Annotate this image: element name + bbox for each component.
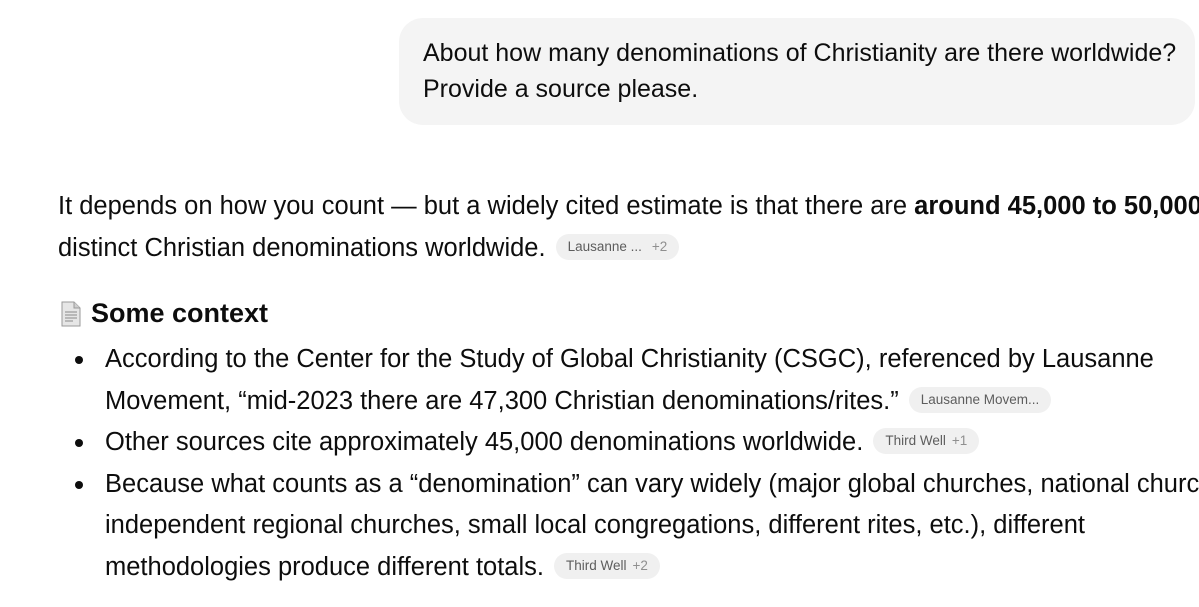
citation-source-label: Third Well [885,433,946,449]
answer-estimate-bold: around 45,000 to 50,000 [914,192,1199,220]
user-message-line-1: About how many denominations of Christia… [423,39,1177,67]
citation-pill-bullet-3[interactable]: Third Well +2 [553,552,660,579]
citation-pill-bullet-1[interactable]: Lausanne Movem... [908,386,1052,413]
bullet-1-line-1: According to the Center for the Study of… [105,345,1154,373]
section-heading: Some context [58,294,268,332]
citation-more-count: +2 [651,238,668,254]
bullet-1-line-2-wrap: Movement, “mid-2023 there are 47,300 Chr… [105,381,1193,423]
bullet-3-line-1: Because what counts as a “denomination” … [105,469,1199,498]
answer-line-2: distinct Christian denominations worldwi… [58,228,1193,270]
citation-pill-intro[interactable]: Lausanne ... +2 [555,233,680,260]
citation-more-count: +1 [951,433,968,449]
bullet-1-line-2: Movement, “mid-2023 there are 47,300 Chr… [105,386,899,415]
context-bullet-list: According to the Center for the Study of… [58,339,1199,589]
user-message-bubble: About how many denominations of Christia… [399,18,1195,125]
bullet-dot [75,356,83,364]
bullet-3-line-2: independent regional churches, small loc… [105,511,1085,539]
bullet-3-line-3: methodologies produce different totals. [105,552,544,581]
assistant-answer-intro: It depends on how you count — but a wide… [58,186,1199,270]
citation-more-count: +2 [632,557,648,573]
bullet-3-line-3-wrap: methodologies produce different totals. T… [105,547,1193,589]
bullet-dot [75,480,83,489]
list-item: Other sources cite approximately 45,000 … [58,422,1193,464]
answer-line-1-text: It depends on how you count — but a wide… [58,192,915,220]
section-heading-text: Some context [91,298,269,328]
citation-pill-bullet-2[interactable]: Third Well +1 [873,428,980,455]
answer-line-2-text: distinct Christian denominations worldwi… [58,233,546,262]
citation-source-label: Lausanne Movem... [920,391,1040,407]
bullet-dot [75,439,83,447]
answer-line-1: It depends on how you count — but a wide… [58,186,1199,228]
list-item: Because what counts as a “denomination” … [58,464,1199,589]
citation-source-label: Third Well [565,557,627,573]
page-facing-up-icon [58,299,84,327]
list-item: According to the Center for the Study of… [58,339,1193,422]
bullet-2-line-1: Other sources cite approximately 45,000 … [105,428,864,456]
citation-source-label: Lausanne ... [567,238,642,254]
bullet-2-line-1-wrap: Other sources cite approximately 45,000 … [105,422,1193,464]
user-message-line-2: Provide a source please. [423,75,699,103]
